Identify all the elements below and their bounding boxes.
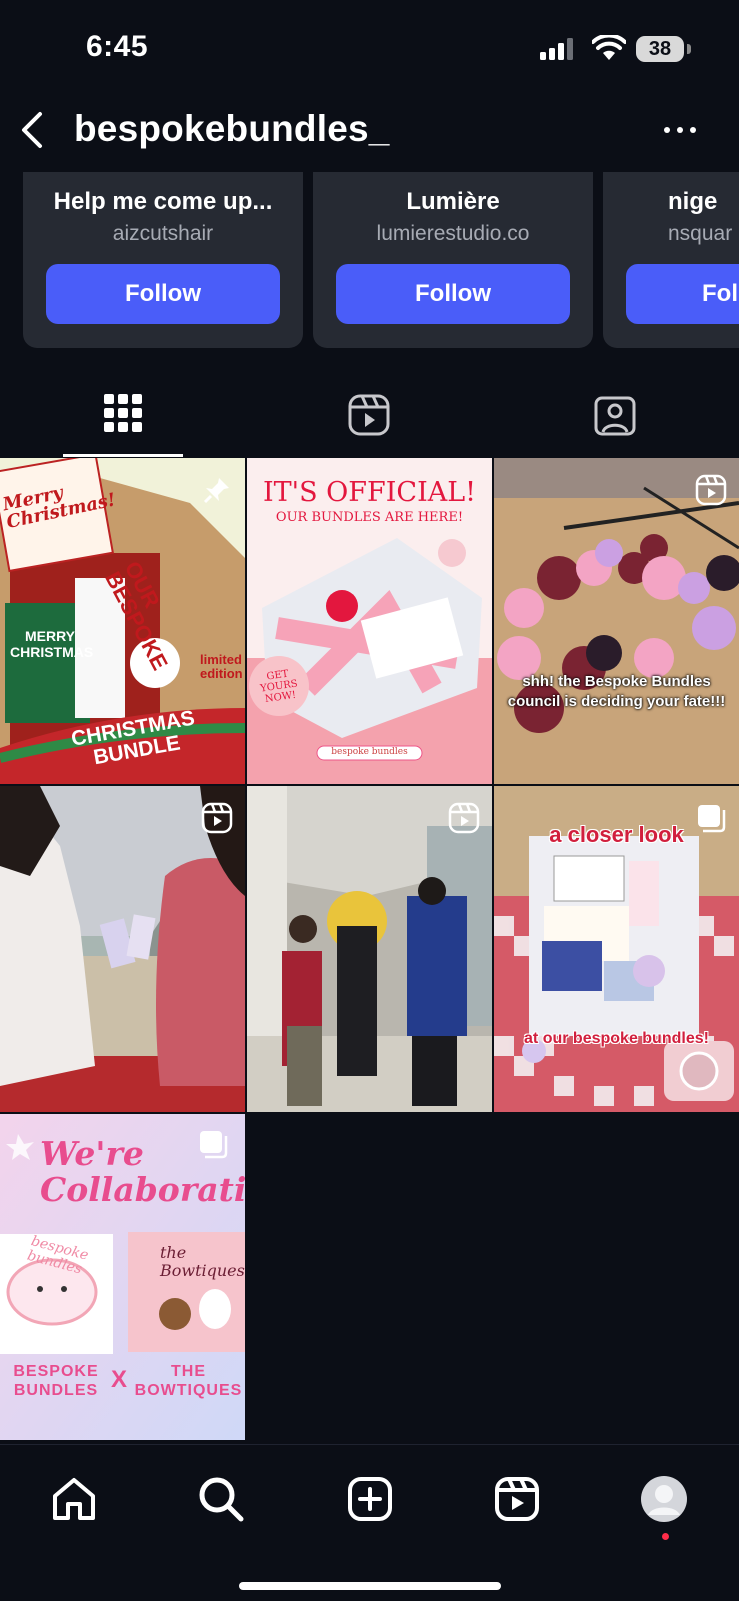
reels-icon	[495, 1477, 539, 1521]
home-icon	[53, 1478, 95, 1520]
cellular-signal-icon	[540, 38, 573, 60]
nav-home[interactable]	[44, 1469, 104, 1529]
status-bar: 6:45 38	[0, 0, 739, 96]
reel-icon	[695, 474, 727, 506]
follow-button[interactable]: Follow	[336, 264, 570, 324]
post-caption-overlay: shh! the Bespoke Bundles council is deci…	[507, 673, 726, 710]
bottom-navigation	[0, 1444, 739, 1601]
profile-header: bespokebundles_	[0, 96, 739, 168]
post-thumbnail[interactable]: a closer look at our bespoke bundles!	[494, 786, 739, 1112]
active-tab-underline	[63, 454, 183, 457]
tab-tagged[interactable]	[492, 380, 738, 458]
post-text: THE BOWTIQUES	[134, 1363, 243, 1399]
profile-username: bespokebundles_	[74, 108, 390, 149]
suggested-handle: aizcutshair	[112, 222, 214, 245]
post-text: IT'S OFFICIAL!	[262, 477, 477, 508]
reels-icon	[348, 394, 390, 436]
grid-icon	[104, 394, 142, 432]
tab-reels[interactable]	[246, 380, 492, 458]
wifi-icon	[592, 35, 626, 60]
tagged-icon	[594, 396, 636, 436]
more-options-icon[interactable]	[664, 118, 708, 142]
suggested-name: nige	[668, 188, 718, 215]
suggested-name: Lumière	[406, 188, 500, 215]
nav-create[interactable]	[340, 1469, 400, 1529]
post-text: X	[110, 1366, 127, 1393]
suggested-accounts: Help me come up... aizcutshair Follow Lu…	[0, 172, 739, 348]
nav-search[interactable]	[191, 1469, 251, 1529]
pin-icon	[203, 478, 229, 504]
profile-tabs	[0, 380, 739, 458]
post-text: at our bespoke bundles!	[524, 1030, 709, 1047]
post-thumbnail[interactable]: shh! the Bespoke Bundles council is deci…	[494, 458, 739, 784]
home-indicator[interactable]	[239, 1582, 501, 1590]
reel-icon	[448, 802, 480, 834]
post-thumbnail[interactable]: IT'S OFFICIAL! OUR BUNDLES ARE HERE! GET…	[247, 458, 492, 784]
search-icon	[199, 1477, 244, 1522]
post-image	[247, 786, 492, 1112]
suggested-handle: lumierestudio.co	[376, 222, 530, 245]
post-text: limited edition	[200, 652, 243, 681]
suggested-handle: nsquar	[668, 222, 733, 245]
suggested-card[interactable]: nige nsquar Fol	[603, 172, 739, 348]
nav-profile[interactable]	[634, 1469, 694, 1529]
post-thumbnail[interactable]: Merry Christmas! MERRY CHRISTMAS OUR BES…	[0, 458, 245, 784]
suggested-name: Help me come up...	[53, 188, 273, 215]
follow-button[interactable]: Fol	[626, 264, 739, 324]
post-text: GET YOURS NOW!	[259, 668, 299, 706]
create-icon	[348, 1477, 392, 1521]
post-image	[494, 458, 739, 784]
battery-nub	[687, 44, 691, 54]
profile-avatar	[641, 1476, 687, 1522]
post-thumbnail[interactable]	[247, 786, 492, 1112]
post-text: OUR BUNDLES ARE HERE!	[275, 510, 464, 525]
notification-dot	[662, 1533, 669, 1540]
post-text: bespoke bundles	[331, 747, 408, 757]
back-arrow-icon[interactable]	[14, 110, 54, 150]
follow-button[interactable]: Follow	[46, 264, 280, 324]
suggested-card[interactable]: Help me come up... aizcutshair Follow	[23, 172, 303, 348]
carousel-icon	[200, 1131, 228, 1159]
tab-posts[interactable]	[0, 380, 246, 458]
battery-indicator: 38	[636, 36, 684, 62]
suggested-card[interactable]: Lumière lumierestudio.co Follow	[313, 172, 593, 348]
carousel-icon	[698, 805, 726, 833]
post-thumbnail[interactable]	[0, 786, 245, 1112]
post-text: BESPOKE BUNDLES	[13, 1363, 99, 1399]
nav-reels[interactable]	[487, 1469, 547, 1529]
post-image	[0, 786, 245, 1112]
post-text: MERRY CHRISTMAS	[10, 628, 94, 660]
post-thumbnail[interactable]: We're Collaborating! bespoke bundles the…	[0, 1114, 245, 1440]
post-text: the Bowtiques	[160, 1243, 245, 1280]
status-time: 6:45	[86, 30, 149, 63]
reel-icon	[201, 802, 233, 834]
